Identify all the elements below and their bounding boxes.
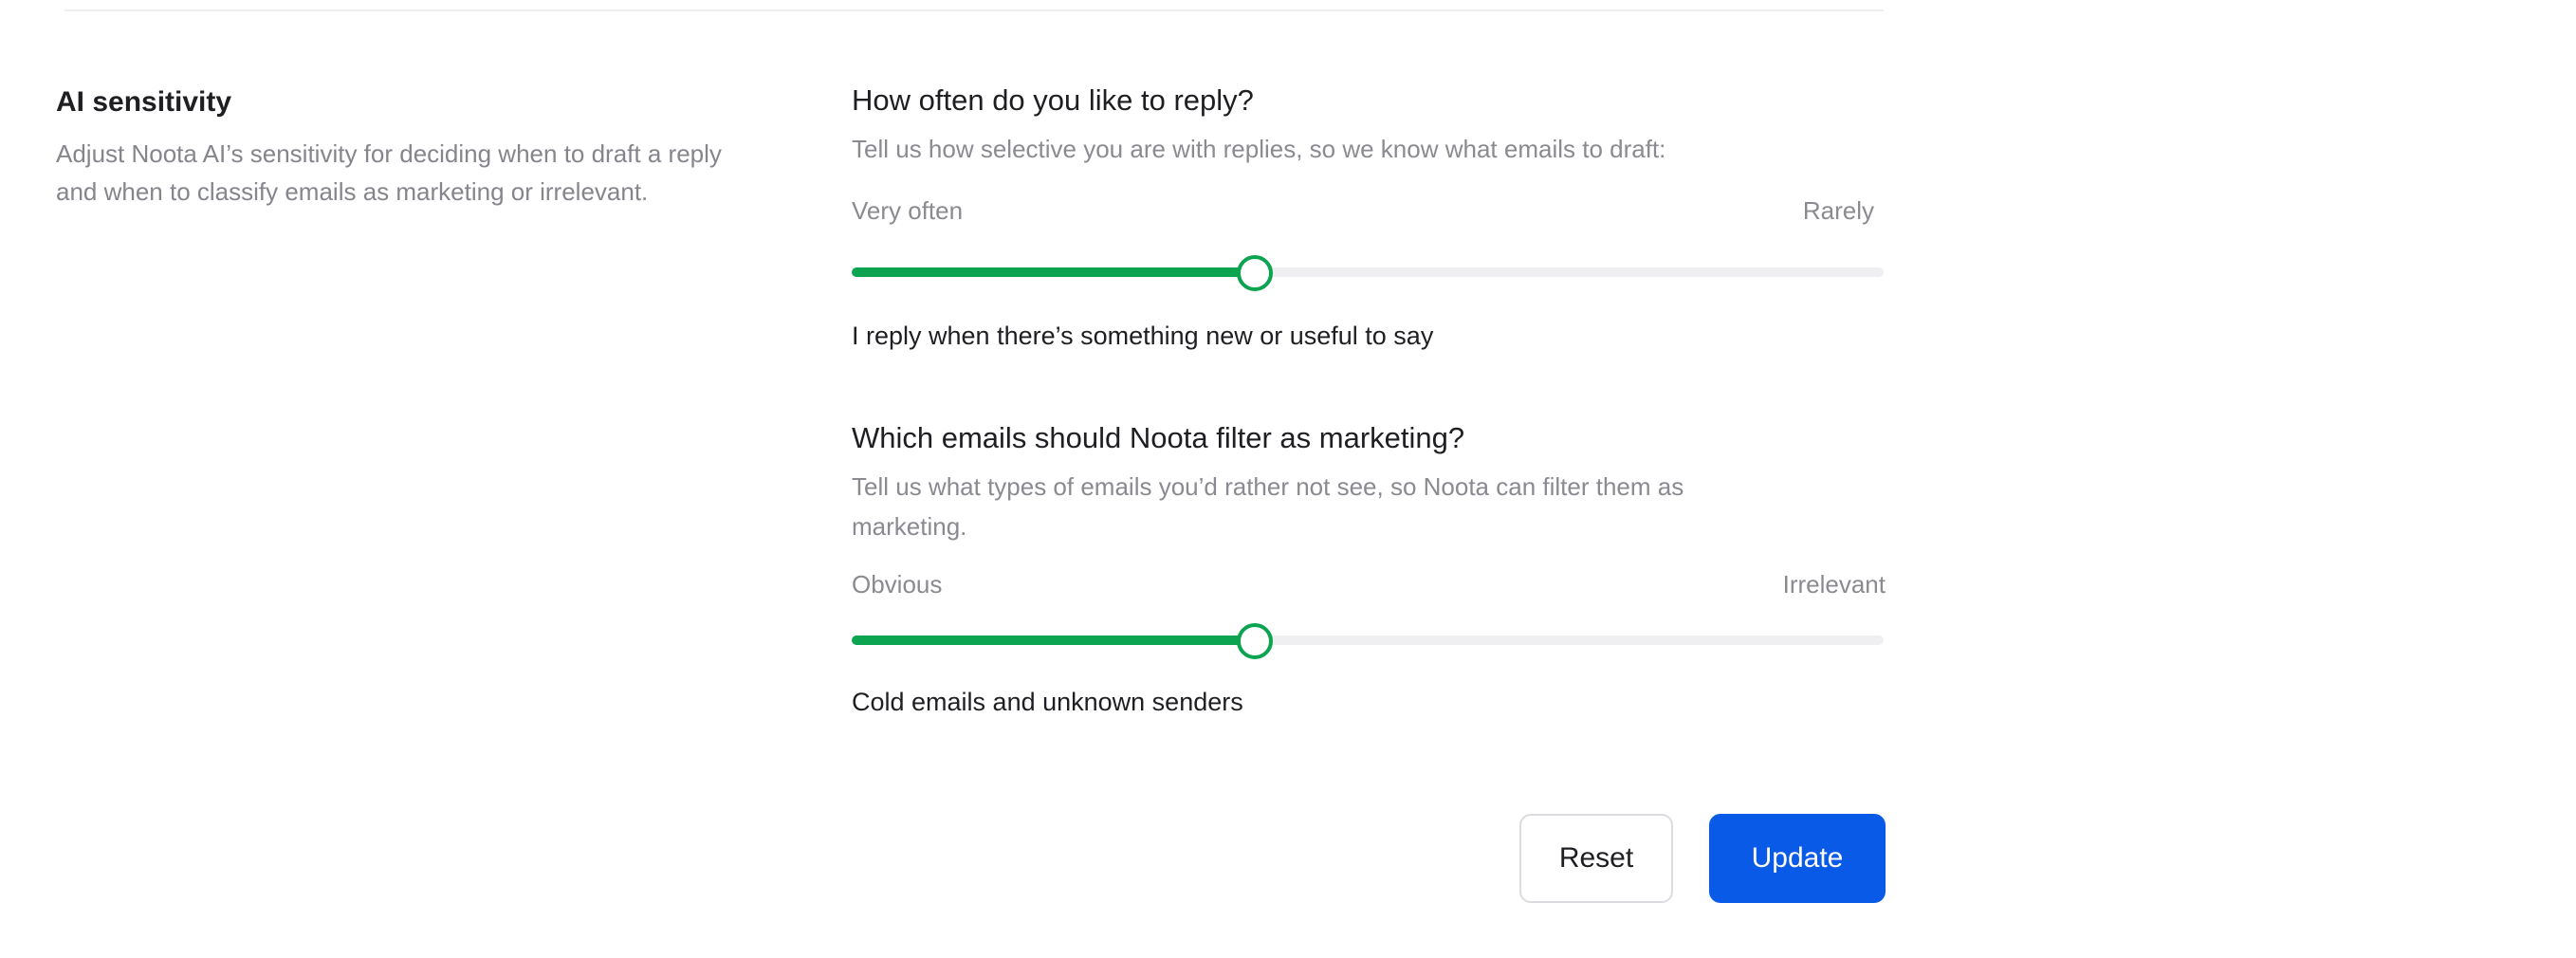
marketing-filter-slider[interactable]	[852, 623, 1884, 659]
marketing-slider-thumb[interactable]	[1237, 623, 1274, 659]
reply-slider-fill	[852, 267, 1255, 277]
marketing-slider-value-text: Cold emails and unknown senders	[852, 688, 1243, 716]
action-buttons: Reset Update	[1519, 814, 1886, 903]
reply-slider-min-label: Very often	[852, 196, 964, 225]
reply-slider-thumb[interactable]	[1237, 255, 1274, 291]
reply-question-title: How often do you like to reply?	[852, 83, 1254, 117]
section-title: AI sensitivity	[56, 86, 232, 118]
reset-button[interactable]: Reset	[1519, 814, 1673, 903]
section-description: Adjust Noota AI’s sensitivity for decidi…	[56, 139, 722, 206]
section-info: AI sensitivity Adjust Noota AI’s sensiti…	[56, 83, 758, 211]
reply-slider-labels: Very often Rarely	[852, 192, 1886, 230]
update-button[interactable]: Update	[1709, 814, 1886, 903]
marketing-slider-labels: Obvious Irrelevant	[852, 565, 1886, 603]
marketing-question-title: Which emails should Noota filter as mark…	[852, 421, 1465, 454]
reply-slider-value-text: I reply when there’s something new or us…	[852, 322, 1434, 350]
marketing-question-subtitle: Tell us what types of emails you’d rathe…	[852, 472, 1684, 541]
reply-frequency-group: How often do you like to reply? Tell us …	[852, 78, 1886, 355]
marketing-slider-min-label: Obvious	[852, 570, 943, 599]
top-divider	[64, 9, 1884, 11]
reply-slider-max-label: Rarely	[1802, 196, 1874, 225]
marketing-slider-fill	[852, 636, 1255, 645]
settings-panel: How often do you like to reply? Tell us …	[852, 78, 1886, 721]
reply-frequency-slider[interactable]	[852, 255, 1884, 291]
marketing-slider-max-label: Irrelevant	[1782, 570, 1886, 599]
marketing-filter-group: Which emails should Noota filter as mark…	[852, 415, 1886, 721]
reply-question-subtitle: Tell us how selective you are with repli…	[852, 135, 1666, 163]
